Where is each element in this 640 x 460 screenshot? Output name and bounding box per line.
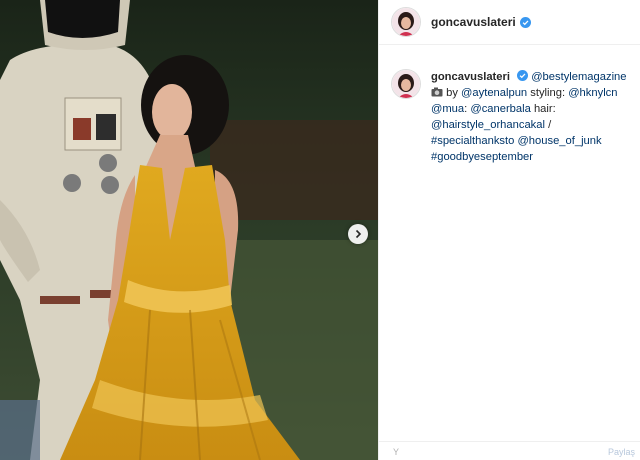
mention-link[interactable]: @hairstyle_orhancakal (431, 119, 545, 131)
post-media (0, 0, 378, 460)
avatar-image (392, 70, 420, 98)
caption-text-by: by (446, 87, 458, 99)
avatar-image (392, 8, 420, 36)
mention-link[interactable]: @hknylcn (568, 87, 617, 99)
hashtag-link[interactable]: #specialthanksto (431, 135, 514, 147)
post-sidebar: goncavuslateri goncavuslateri @bestylema… (378, 0, 640, 460)
caption-text-styling: styling: (530, 87, 566, 99)
caption-text-colon: : (464, 103, 468, 115)
caption-username[interactable]: goncavuslateri (431, 71, 510, 83)
caption-text: goncavuslateri @bestylemagazine by @ayte… (431, 69, 630, 165)
post-header: goncavuslateri (379, 0, 640, 45)
caption: goncavuslateri @bestylemagazine by @ayte… (379, 45, 640, 165)
mention-link[interactable]: @aytenalpun (461, 87, 527, 99)
caption-text-slash: / (548, 119, 552, 131)
hashtag-link[interactable]: #goodbyeseptember (431, 151, 533, 163)
avatar[interactable] (391, 7, 421, 37)
verified-badge-icon (519, 16, 531, 28)
caption-text-hair: hair: (533, 103, 556, 115)
mention-link[interactable]: @canerbala (470, 103, 531, 115)
mention-link[interactable]: @mua (431, 103, 464, 115)
comment-bar: Y Paylaş (379, 441, 640, 460)
chevron-right-icon (355, 229, 362, 239)
caption-avatar[interactable] (391, 69, 421, 99)
camera-emoji-icon (431, 87, 443, 97)
verified-badge-icon (517, 70, 529, 81)
next-image-button[interactable] (348, 224, 368, 244)
mention-link[interactable]: @house_of_junk (517, 135, 601, 147)
header-username[interactable]: goncavuslateri (431, 15, 516, 29)
share-button[interactable]: Paylaş (608, 447, 635, 457)
instagram-post: goncavuslateri goncavuslateri @bestylema… (0, 0, 640, 460)
mention-link[interactable]: @bestylemagazine (531, 71, 626, 83)
post-photo (0, 0, 378, 460)
comment-input[interactable]: Y (393, 447, 399, 457)
